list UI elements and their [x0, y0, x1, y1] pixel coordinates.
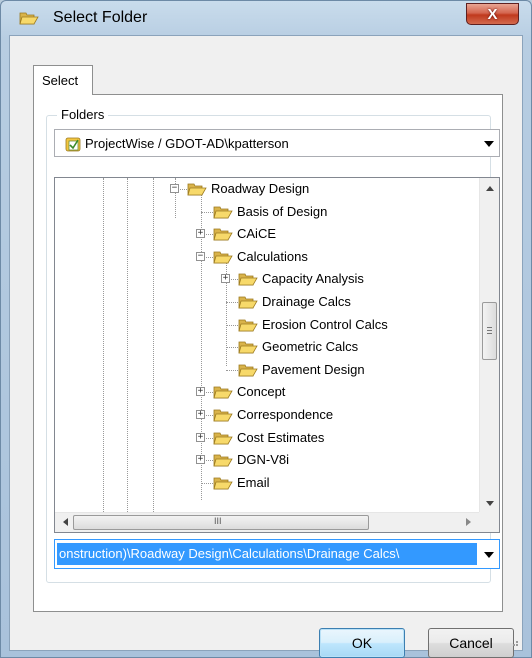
tree-node[interactable]: − Calculations: [55, 246, 455, 268]
collapse-icon[interactable]: −: [196, 251, 205, 261]
tree-node[interactable]: Erosion Control Calcs: [55, 314, 455, 336]
tree-node-label: Correspondence: [237, 407, 334, 422]
vertical-scroll-thumb[interactable]: [482, 302, 497, 360]
chevron-down-icon[interactable]: [484, 552, 494, 558]
ok-button[interactable]: OK: [319, 628, 405, 658]
folder-icon: [213, 249, 233, 265]
collapse-icon[interactable]: −: [170, 184, 179, 193]
resize-grip-icon[interactable]: [509, 637, 519, 647]
folder-icon: [238, 317, 258, 333]
selected-path-combobox[interactable]: onstruction)\Roadway Design\Calculations…: [54, 539, 500, 569]
grip-line: [487, 333, 492, 334]
tab-select-label: Select: [42, 73, 79, 88]
expand-icon[interactable]: +: [196, 387, 205, 397]
dialog-client-area: Select Folders ProjectWise / GDOT-AD\kpa…: [9, 35, 523, 658]
scroll-right-icon[interactable]: [466, 518, 471, 526]
folder-icon: [238, 294, 258, 310]
tree-node[interactable]: + Capacity Analysis: [55, 268, 455, 290]
selected-path-input[interactable]: onstruction)\Roadway Design\Calculations…: [57, 543, 477, 565]
folder-tree-content: − Roadway Design Basis of Design + CAiCE − Cal…: [55, 178, 479, 514]
folder-icon: [213, 475, 233, 491]
folder-icon: [238, 271, 258, 287]
tree-node[interactable]: Pavement Design: [55, 359, 455, 381]
tree-node-label: DGN-V8i: [237, 452, 290, 468]
tab-select[interactable]: Select: [33, 65, 93, 95]
tree-node[interactable]: Email: [55, 472, 455, 494]
expand-icon[interactable]: +: [196, 410, 205, 419]
tree-node-label: Concept: [237, 384, 286, 400]
projectwise-datasource-icon: [65, 137, 81, 152]
tree-node[interactable]: + DGN-V8i: [55, 449, 455, 471]
folder-icon: [213, 430, 233, 446]
folder-icon: [213, 226, 233, 242]
select-folder-dialog: Select Folder X Select Folders ProjectWi…: [0, 0, 532, 658]
tree-node[interactable]: Basis of Design: [55, 201, 455, 223]
tree-node[interactable]: + CAiCE: [55, 223, 455, 245]
tree-vertical-scrollbar[interactable]: [479, 178, 499, 514]
folder-tree-view[interactable]: − Roadway Design Basis of Design + CAiCE − Cal…: [54, 177, 500, 533]
datasource-value: ProjectWise / GDOT-AD\kpatterson: [85, 136, 289, 151]
expand-icon[interactable]: +: [196, 229, 205, 239]
folder-icon: [213, 384, 233, 400]
expand-icon[interactable]: +: [196, 455, 205, 465]
grip-line: [487, 330, 492, 331]
tree-horizontal-scrollbar[interactable]: III: [55, 512, 479, 532]
tree-node-label: Erosion Control Calcs: [262, 316, 388, 332]
tree-node[interactable]: − Roadway Design: [55, 178, 455, 200]
tree-node-label: Cost Estimates: [237, 429, 325, 445]
tree-node-label: Email: [237, 474, 270, 490]
datasource-dropdown[interactable]: ProjectWise / GDOT-AD\kpatterson: [54, 129, 500, 157]
tab-panel-select: Folders ProjectWise / GDOT-AD\kpatterson: [33, 94, 503, 612]
chevron-down-icon[interactable]: [484, 141, 494, 147]
tree-node-label: Calculations: [237, 248, 308, 264]
close-icon: X: [487, 5, 498, 23]
hscroll-grip: III: [214, 516, 222, 526]
folder-icon: [19, 12, 39, 25]
tree-node-label: Capacity Analysis: [262, 271, 364, 287]
scroll-left-icon[interactable]: [63, 518, 68, 526]
folder-icon: [213, 407, 233, 423]
folder-icon: [213, 204, 233, 220]
tree-node[interactable]: Geometric Calcs: [55, 336, 455, 358]
title-bar[interactable]: Select Folder X: [1, 1, 531, 35]
folder-icon: [213, 452, 233, 468]
tree-node-label: Drainage Calcs: [262, 294, 351, 309]
horizontal-scroll-thumb[interactable]: III: [73, 515, 369, 530]
scrollbar-corner: [479, 512, 499, 532]
close-button[interactable]: X: [466, 3, 519, 25]
window-title: Select Folder: [53, 9, 148, 26]
grip-line: [487, 327, 492, 328]
folder-icon: [238, 339, 258, 355]
tree-node[interactable]: Drainage Calcs: [55, 291, 455, 313]
tree-node-label: Geometric Calcs: [262, 339, 359, 355]
tree-node-label: Pavement Design: [262, 361, 365, 377]
selected-path-value: onstruction)\Roadway Design\Calculations…: [59, 546, 400, 561]
scroll-up-icon[interactable]: [486, 186, 494, 191]
folder-icon: [238, 362, 258, 378]
tree-node-label: CAiCE: [237, 226, 277, 242]
tree-node-label: Roadway Design: [211, 181, 310, 196]
expand-icon[interactable]: +: [221, 274, 230, 284]
tree-node[interactable]: + Correspondence: [55, 404, 455, 426]
folders-group-label: Folders: [57, 107, 109, 122]
cancel-button[interactable]: Cancel: [428, 628, 514, 658]
expand-icon[interactable]: +: [196, 432, 205, 442]
folder-icon: [187, 181, 207, 197]
tree-node[interactable]: + Cost Estimates: [55, 427, 455, 449]
tree-node-label: Basis of Design: [237, 203, 328, 219]
tree-node[interactable]: + Concept: [55, 381, 455, 403]
scroll-down-icon[interactable]: [486, 501, 494, 506]
